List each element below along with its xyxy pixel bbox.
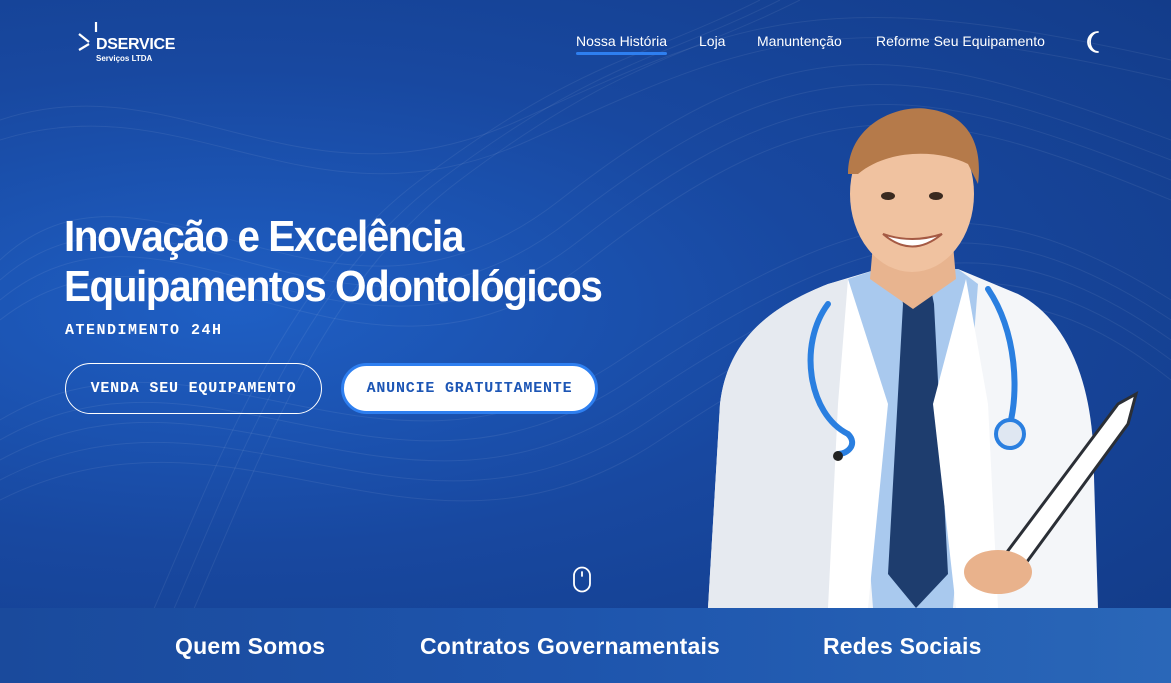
- mouse-scroll-icon[interactable]: [572, 566, 592, 593]
- headline-line-2: Equipamentos Odontológicos: [64, 262, 603, 311]
- moon-icon[interactable]: [1084, 30, 1106, 54]
- hero-tagline: ATENDIMENTO 24H: [65, 322, 223, 339]
- brand-subtitle: Serviços LTDA: [96, 54, 153, 63]
- section-link-contratos[interactable]: Contratos Governamentais: [420, 633, 720, 660]
- doctor-image: [708, 108, 1139, 608]
- advertise-free-button[interactable]: ANUNCIE GRATUITAMENTE: [341, 363, 598, 414]
- headline-line-1: Inovação e Excelência: [64, 212, 464, 261]
- brand-logo[interactable]: DSERVICE Serviços LTDA: [76, 20, 186, 64]
- nav-item-nossa-historia[interactable]: Nossa História: [576, 33, 668, 55]
- nav-item-loja[interactable]: Loja: [699, 33, 725, 49]
- nav-item-reforme[interactable]: Reforme Seu Equipamento: [876, 33, 1045, 49]
- logo-mark-icon: [78, 22, 98, 51]
- section-link-redes-sociais[interactable]: Redes Sociais: [823, 633, 982, 660]
- section-link-quem-somos[interactable]: Quem Somos: [175, 633, 325, 660]
- hero-headline: Inovação e Excelência Equipamentos Odont…: [64, 212, 634, 312]
- sections-bar: Quem Somos Contratos Governamentais Rede…: [0, 608, 1171, 683]
- nav-item-manutencao[interactable]: Manuntenção: [757, 33, 842, 49]
- sell-equipment-button[interactable]: VENDA SEU EQUIPAMENTO: [65, 363, 322, 414]
- brand-name: DSERVICE: [96, 36, 176, 53]
